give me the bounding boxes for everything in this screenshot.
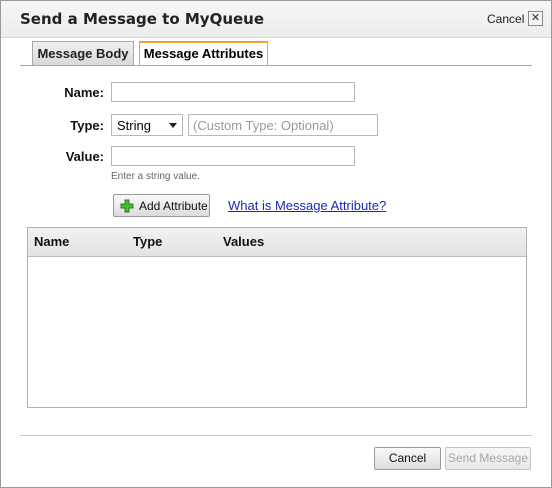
add-attribute-button[interactable]: Add Attribute [113, 194, 210, 217]
tab-divider [20, 65, 532, 66]
what-is-attribute-link[interactable]: What is Message Attribute? [228, 198, 386, 213]
send-message-button[interactable]: Send Message [445, 447, 531, 470]
type-select-value: String [117, 118, 151, 133]
plus-icon [120, 199, 134, 213]
value-label: Value: [65, 149, 104, 164]
add-attribute-label: Add Attribute [139, 199, 208, 213]
value-input[interactable] [111, 146, 355, 166]
type-label: Type: [70, 118, 104, 133]
name-input[interactable] [111, 82, 355, 102]
table-header: Name Type Values [28, 228, 526, 257]
value-hint: Enter a string value. [111, 171, 200, 182]
dialog-title: Send a Message to MyQueue [20, 10, 265, 28]
name-label: Name: [64, 85, 104, 100]
send-message-dialog: Send a Message to MyQueue Cancel ✕ Messa… [0, 0, 552, 488]
column-header-type: Type [133, 234, 163, 249]
column-header-values: Values [223, 234, 265, 249]
custom-type-input[interactable] [188, 114, 378, 136]
tab-message-attributes[interactable]: Message Attributes [139, 41, 268, 66]
footer-divider [20, 435, 532, 436]
chevron-down-icon [169, 123, 177, 128]
type-select[interactable]: String [111, 114, 183, 136]
cancel-button[interactable]: Cancel [374, 447, 441, 470]
close-icon[interactable]: ✕ [528, 11, 543, 26]
dialog-titlebar: Send a Message to MyQueue Cancel ✕ [1, 1, 551, 38]
tab-message-body[interactable]: Message Body [32, 41, 134, 65]
attributes-table: Name Type Values [27, 227, 527, 408]
column-header-name: Name [34, 234, 70, 249]
title-cancel-link[interactable]: Cancel [487, 12, 524, 26]
